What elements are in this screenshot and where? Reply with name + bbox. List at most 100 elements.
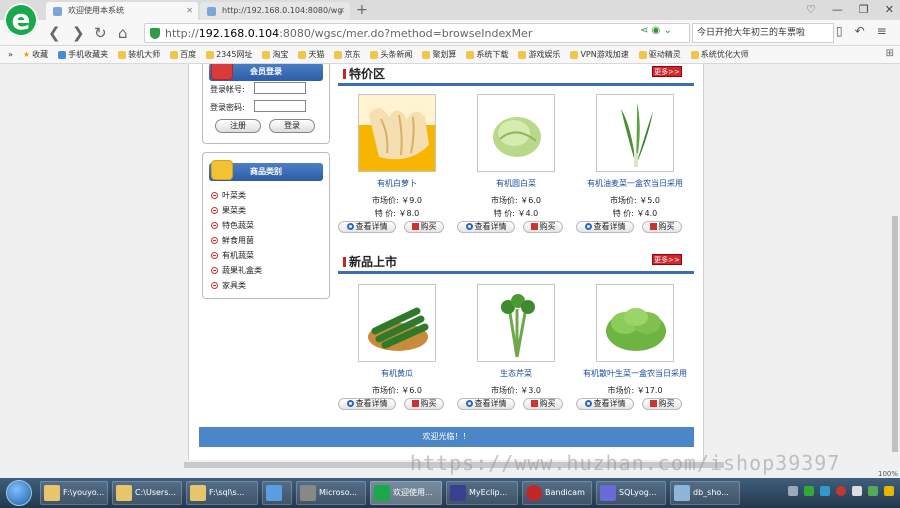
home-button[interactable]: ⌂	[118, 23, 128, 43]
tab-current[interactable]: 欢迎使用本系统 ✕	[46, 2, 198, 20]
product-image[interactable]	[477, 94, 555, 172]
category-icon	[211, 160, 233, 180]
buy-button[interactable]: 购买	[642, 221, 682, 233]
account-input[interactable]	[254, 82, 306, 94]
bookmark-item[interactable]: 京东	[334, 49, 360, 60]
minimize-button[interactable]: —	[832, 0, 843, 20]
bookmark-favorites[interactable]: ★ 收藏	[23, 49, 48, 60]
product-name-link[interactable]: 有机散叶生菜一盒农当日采用	[576, 368, 694, 379]
notification-icon[interactable]	[884, 486, 894, 496]
record-tray-icon[interactable]	[836, 486, 846, 496]
taskbar-item-browser[interactable]: 欢迎使用...	[370, 481, 442, 505]
bookmark-item[interactable]: 百度	[170, 49, 196, 60]
keyboard-icon[interactable]	[788, 486, 798, 496]
account-label: 登录帐号:	[210, 85, 245, 94]
close-tab-icon[interactable]: ✕	[338, 2, 345, 20]
category-item[interactable]: 果菜类	[211, 204, 262, 219]
tab-second[interactable]: http://192.168.0.104:8080/wg ✕	[200, 2, 350, 20]
bookmark-item[interactable]: 游戏娱乐	[518, 49, 560, 60]
view-detail-button[interactable]: 查看详情	[338, 398, 396, 410]
vertical-scrollbar[interactable]	[890, 64, 900, 460]
view-detail-button[interactable]: 查看详情	[457, 221, 515, 233]
category-item[interactable]: 特色蔬菜	[211, 219, 262, 234]
bookmarks-expand-icon[interactable]: »	[8, 50, 13, 59]
apps-grid-icon[interactable]: ⊞	[886, 48, 894, 59]
maximize-button[interactable]: ❐	[859, 0, 869, 20]
bookmark-item[interactable]: 装机大师	[118, 49, 160, 60]
password-input[interactable]	[254, 100, 306, 112]
share-icon[interactable]: ⋖ ◉ ⌄	[640, 25, 672, 36]
bullet-icon	[211, 252, 218, 259]
tray-app-icon[interactable]	[804, 486, 814, 496]
bookmark-item[interactable]: 头条新闻	[370, 49, 412, 60]
bookmark-item[interactable]: 系统下载	[466, 49, 508, 60]
zoom-level[interactable]: 100%	[878, 470, 898, 478]
product-image[interactable]	[596, 94, 674, 172]
back-button[interactable]: ❮	[48, 23, 61, 43]
category-item[interactable]: 鲜食用菌	[211, 234, 262, 249]
category-item[interactable]: 有机蔬菜	[211, 249, 262, 264]
new-tab-button[interactable]: +	[356, 0, 368, 20]
view-detail-button[interactable]: 查看详情	[338, 221, 396, 233]
product-image[interactable]	[358, 284, 436, 362]
taskbar-item[interactable]: Bandicam	[522, 481, 592, 505]
reader-icon[interactable]: ▯	[836, 24, 843, 38]
buy-button[interactable]: 购买	[404, 398, 444, 410]
category-item[interactable]: 蔬果礼盒类	[211, 264, 262, 279]
bookmark-item[interactable]: 淘宝	[262, 49, 288, 60]
scroll-thumb[interactable]	[892, 216, 898, 452]
taskbar-item[interactable]: Microso...	[296, 481, 366, 505]
view-detail-button[interactable]: 查看详情	[576, 398, 634, 410]
product-image[interactable]	[596, 284, 674, 362]
buy-button[interactable]: 购买	[642, 398, 682, 410]
category-item[interactable]: 叶菜类	[211, 189, 262, 204]
bookmark-item[interactable]: 驱动精灵	[638, 49, 681, 60]
buy-button[interactable]: 购买	[523, 398, 563, 410]
taskbar-item[interactable]: F:\youyo...	[40, 481, 108, 505]
special-more-button[interactable]: 更多>>	[652, 66, 682, 77]
search-input[interactable]: 今日开抢大年初三的车票啦	[692, 23, 834, 43]
new-more-button[interactable]: 更多>>	[652, 254, 682, 265]
taskbar-item[interactable]: MyEclip...	[446, 481, 518, 505]
volume-icon[interactable]	[852, 486, 862, 496]
product-name-link[interactable]: 生态芹菜	[457, 368, 575, 379]
product-image[interactable]	[477, 284, 555, 362]
network-icon[interactable]	[820, 486, 830, 496]
view-detail-button[interactable]: 查看详情	[457, 398, 515, 410]
undo-icon[interactable]: ↶	[855, 24, 865, 38]
address-bar[interactable]: http://192.168.0.104:8080/wgsc/mer.do?me…	[144, 23, 690, 43]
bookmark-item[interactable]: 天猫	[298, 49, 324, 60]
security-tray-icon[interactable]	[868, 486, 878, 496]
taskbar-item[interactable]: SQLyog...	[596, 481, 666, 505]
bookmark-item[interactable]: VPN游戏加速	[570, 49, 629, 60]
product-image[interactable]	[358, 94, 436, 172]
close-window-button[interactable]: ✕	[885, 0, 894, 20]
view-detail-button[interactable]: 查看详情	[576, 221, 634, 233]
bookmark-item[interactable]: 系统优化大师	[690, 49, 749, 60]
bookmark-mobile[interactable]: 手机收藏夹	[58, 49, 108, 60]
reload-button[interactable]: ↻	[94, 23, 107, 43]
buy-button[interactable]: 购买	[523, 221, 563, 233]
bookmark-item[interactable]: 聚划算	[422, 49, 456, 60]
menu-icon[interactable]: ≡	[877, 24, 887, 38]
start-button[interactable]	[6, 480, 32, 506]
taskbar-item[interactable]: db_sho...	[670, 481, 740, 505]
product-name-link[interactable]: 有机油麦菜一盒农当日采用	[576, 178, 694, 189]
category-item[interactable]: 家具类	[211, 279, 262, 294]
special-price: 特 价: ￥4.0	[493, 209, 539, 218]
taskbar-item[interactable]: F:\sql\s...	[186, 481, 258, 505]
browser-logo-icon[interactable]: e	[4, 3, 38, 37]
product-name-link[interactable]: 有机白萝卜	[338, 178, 456, 189]
taskbar-item[interactable]	[262, 481, 292, 505]
close-tab-icon[interactable]: ✕	[186, 2, 193, 20]
forward-button[interactable]: ❯	[72, 23, 85, 43]
product-name-link[interactable]: 有机黄瓜	[338, 368, 456, 379]
buy-button[interactable]: 购买	[404, 221, 444, 233]
product-name-link[interactable]: 有机圆白菜	[457, 178, 575, 189]
register-button[interactable]: 注册	[215, 119, 261, 133]
taskbar-item[interactable]: C:\Users...	[112, 481, 182, 505]
login-button[interactable]: 登录	[269, 119, 315, 133]
favorite-window-icon[interactable]: ♡	[806, 0, 816, 20]
bookmark-item[interactable]: 2345网址	[206, 49, 252, 60]
special-price: 特 价: ￥8.0	[374, 209, 420, 218]
